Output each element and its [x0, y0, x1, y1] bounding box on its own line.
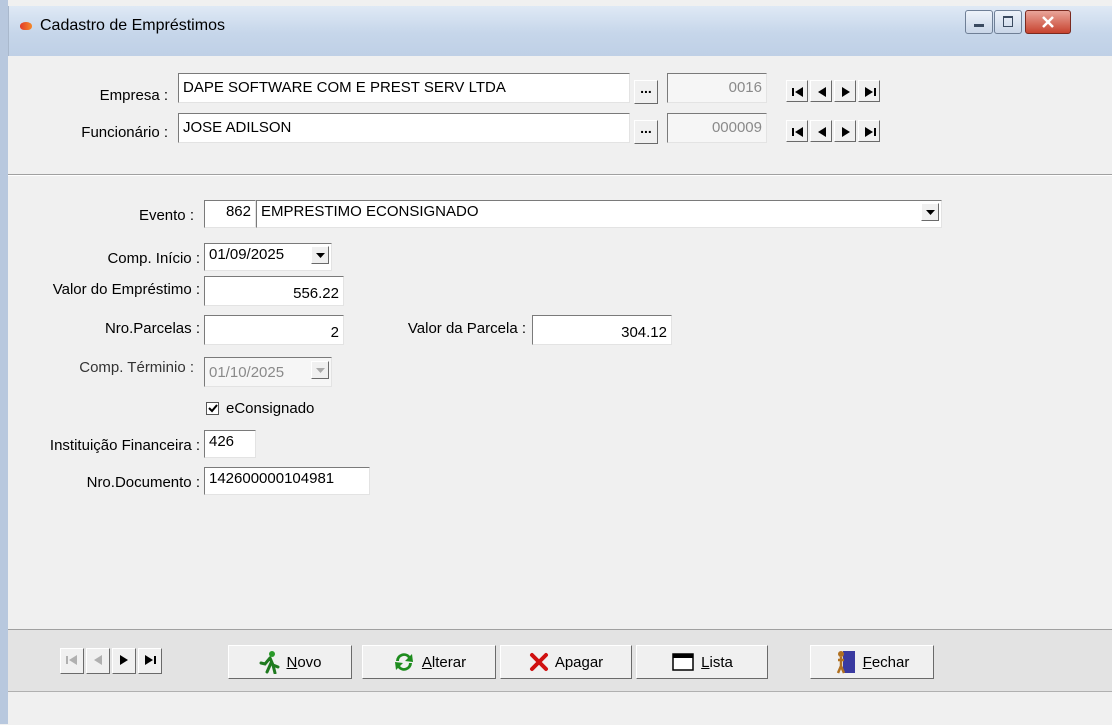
valor-parcela-label: Valor da Parcela : [407, 320, 526, 337]
lista-label: Lista [701, 653, 733, 671]
empresa-prev-button[interactable] [810, 80, 832, 102]
funcionario-label: Funcionário : [81, 124, 168, 141]
empresa-last-button[interactable] [858, 80, 880, 102]
runner-icon [259, 651, 280, 674]
empresa-first-button[interactable] [786, 80, 808, 102]
nav-last-button[interactable] [138, 648, 162, 674]
nro-documento-label: Nro.Documento : [86, 474, 200, 491]
funcionario-last-button[interactable] [858, 120, 880, 142]
funcionario-lookup-button[interactable]: ... [634, 120, 658, 144]
checkbox-box [206, 402, 219, 415]
maximize-button[interactable] [994, 10, 1022, 34]
novo-button[interactable]: Novo [228, 645, 352, 679]
evento-select-value: EMPRESTIMO ECONSIGNADO [261, 203, 479, 220]
dropdown-arrow-icon [316, 368, 325, 373]
list-window-icon [672, 653, 694, 671]
status-bar [8, 691, 1112, 725]
comp-termino-dropdown-button[interactable] [311, 361, 329, 379]
novo-label: Novo [286, 653, 322, 671]
record-navigator [50, 648, 170, 676]
comp-termino-select[interactable]: 01/10/2025 [204, 357, 332, 387]
section-separator [8, 174, 1112, 176]
fechar-button[interactable]: Fechar [810, 645, 934, 679]
funcionario-prev-button[interactable] [810, 120, 832, 142]
window-left-border [0, 0, 8, 724]
close-button[interactable] [1025, 10, 1071, 34]
funcionario-next-button[interactable] [834, 120, 856, 142]
minimize-button[interactable] [965, 10, 993, 34]
funcionario-navigator [786, 120, 916, 146]
empresa-navigator [786, 80, 916, 106]
nro-parcelas-field[interactable]: 2 [204, 315, 344, 345]
nav-next-button[interactable] [112, 648, 136, 674]
valor-emprestimo-label: Valor do Empréstimo : [52, 281, 200, 298]
app-icon [20, 22, 32, 30]
alterar-button[interactable]: Alterar [362, 645, 496, 679]
close-icon [1042, 16, 1054, 28]
valor-parcela-field[interactable]: 304.12 [532, 315, 672, 345]
valor-emprestimo-field[interactable]: 556.22 [204, 276, 344, 306]
last-icon [865, 87, 876, 97]
exit-door-icon [836, 651, 855, 674]
lista-button[interactable]: Lista [636, 645, 768, 679]
refresh-icon [394, 653, 413, 671]
maximize-icon [1003, 16, 1013, 27]
comp-inicio-select[interactable]: 01/09/2025 [204, 243, 332, 271]
last-icon [145, 655, 156, 665]
alterar-label: Alterar [421, 653, 467, 671]
comp-inicio-dropdown-button[interactable] [311, 246, 329, 264]
prev-icon [818, 87, 826, 97]
dropdown-arrow-icon [316, 253, 325, 258]
next-icon [120, 655, 128, 665]
window-title: Cadastro de Empréstimos [40, 17, 225, 34]
delete-x-icon [529, 653, 548, 671]
minimize-icon [974, 24, 984, 27]
econsignado-label: eConsignado [226, 400, 315, 417]
first-icon [66, 655, 77, 665]
funcionario-field[interactable]: JOSE ADILSON [178, 113, 630, 143]
apagar-button[interactable]: Apagar [500, 645, 632, 679]
funcionario-code-field[interactable]: 000009 [667, 113, 767, 143]
instituicao-label: Instituição Financeira : [49, 437, 200, 454]
evento-label: Evento : [138, 207, 194, 224]
prev-icon [94, 655, 102, 665]
next-icon [842, 127, 850, 137]
last-icon [865, 127, 876, 137]
next-icon [842, 87, 850, 97]
empresa-code-field[interactable]: 0016 [667, 73, 767, 103]
nro-parcelas-label: Nro.Parcelas : [104, 320, 200, 337]
apagar-label: Apagar [554, 653, 604, 671]
fechar-label: Fechar [862, 653, 910, 671]
first-icon [792, 127, 803, 137]
nav-first-button[interactable] [60, 648, 84, 674]
comp-inicio-label: Comp. Início : [107, 250, 200, 267]
prev-icon [818, 127, 826, 137]
dropdown-arrow-icon [926, 210, 935, 215]
checkmark-icon [208, 404, 218, 413]
empresa-label: Empresa : [99, 87, 168, 104]
nro-documento-field[interactable]: 142600000104981 [204, 467, 370, 495]
evento-select[interactable]: EMPRESTIMO ECONSIGNADO [256, 200, 942, 228]
evento-code-field[interactable]: 862 [204, 200, 256, 228]
evento-dropdown-button[interactable] [921, 203, 939, 221]
empresa-field[interactable]: DAPE SOFTWARE COM E PREST SERV LTDA [178, 73, 630, 103]
econsignado-checkbox[interactable]: eConsignado [206, 400, 366, 420]
instituicao-field[interactable]: 426 [204, 430, 256, 458]
comp-termino-label: Comp. Términio : [79, 359, 194, 376]
comp-termino-value: 01/10/2025 [209, 364, 285, 381]
first-icon [792, 87, 803, 97]
empresa-next-button[interactable] [834, 80, 856, 102]
empresa-lookup-button[interactable]: ... [634, 80, 658, 104]
nav-prev-button[interactable] [86, 648, 110, 674]
funcionario-first-button[interactable] [786, 120, 808, 142]
comp-inicio-value: 01/09/2025 [209, 246, 285, 263]
